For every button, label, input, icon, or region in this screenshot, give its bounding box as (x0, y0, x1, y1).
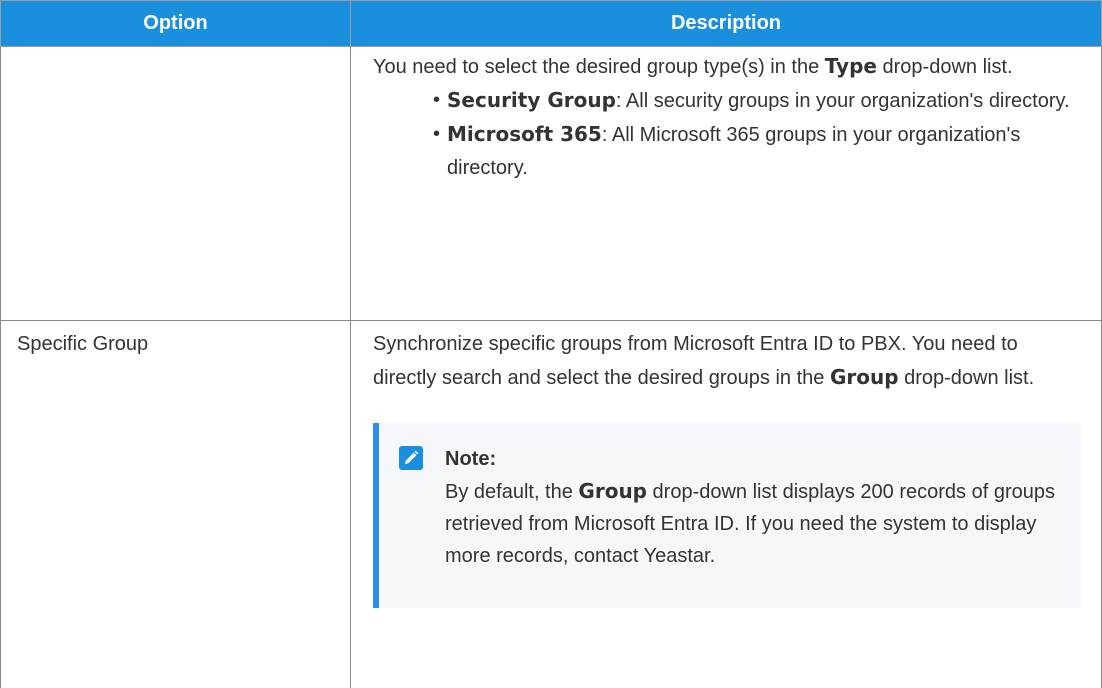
table-row: Specific Group Synchronize specific grou… (1, 321, 1102, 688)
header-description: Description (351, 1, 1102, 47)
group-term: Group (830, 365, 899, 389)
list-item: Security Group: All security groups in y… (433, 84, 1081, 118)
description-cell: Synchronize specific groups from Microso… (351, 321, 1102, 688)
options-table: Option Description You need to select th… (0, 0, 1102, 688)
description-text-part: drop-down list. (899, 367, 1035, 389)
note-group-term: Group (578, 479, 647, 503)
note-text-part: By default, the (445, 481, 578, 503)
type-term: Type (825, 54, 877, 78)
group-type-list: Security Group: All security groups in y… (373, 84, 1081, 185)
header-option: Option (1, 1, 351, 47)
option-cell: Specific Group (1, 321, 351, 688)
list-item-term: Microsoft 365 (447, 122, 602, 146)
list-item-text: : All security groups in your organizati… (616, 90, 1070, 112)
pencil-note-icon (399, 446, 423, 470)
list-item: Microsoft 365: All Microsoft 365 groups … (433, 118, 1081, 185)
note-title: Note: (445, 443, 1061, 475)
description-text-part: drop-down list. (877, 56, 1013, 78)
table-header-row: Option Description (1, 1, 1102, 47)
option-cell (1, 47, 351, 321)
note-text: By default, the Group drop-down list dis… (445, 475, 1061, 572)
description-text: Synchronize specific groups from Microso… (373, 328, 1081, 395)
table-row: You need to select the desired group typ… (1, 47, 1102, 321)
description-text-part: You need to select the desired group typ… (373, 56, 825, 78)
description-text: You need to select the desired group typ… (373, 50, 1081, 84)
list-item-term: Security Group (447, 88, 616, 112)
note-callout: Note: By default, the Group drop-down li… (373, 423, 1081, 608)
description-cell: You need to select the desired group typ… (351, 47, 1102, 321)
